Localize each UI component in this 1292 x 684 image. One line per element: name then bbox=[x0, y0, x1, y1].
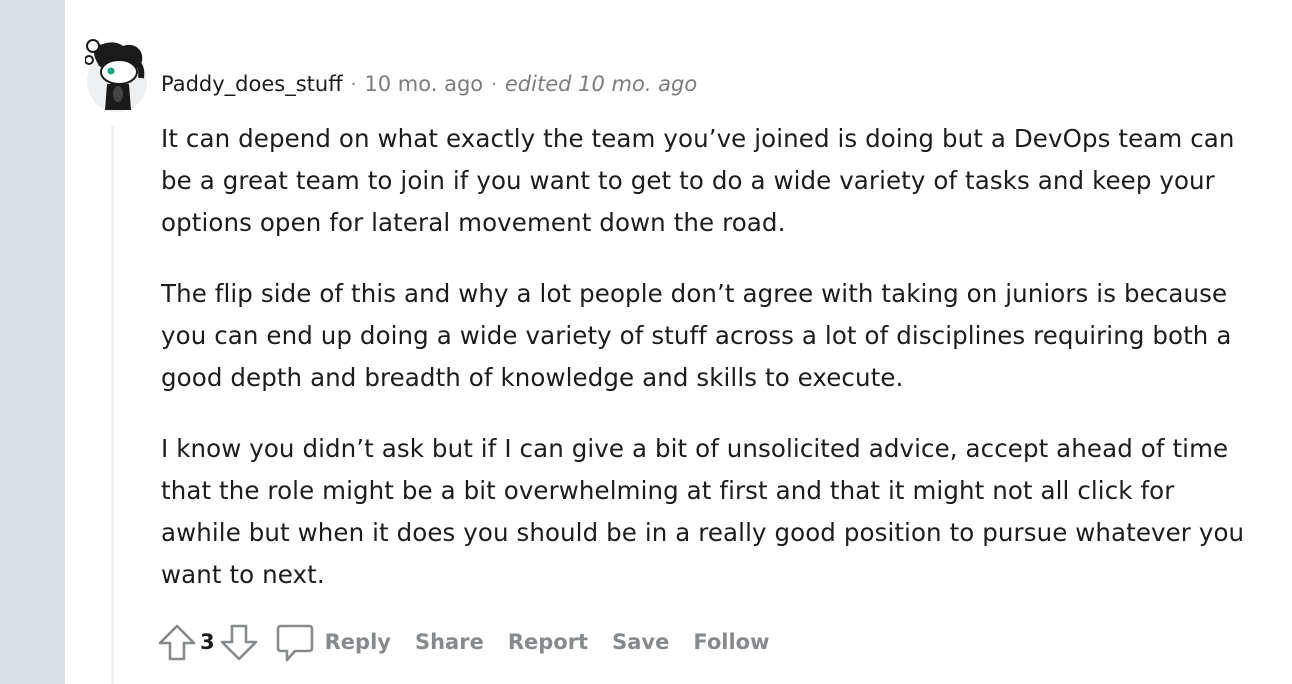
report-button[interactable]: Report bbox=[496, 630, 600, 654]
follow-button[interactable]: Follow bbox=[681, 630, 781, 654]
comment-action-bar: 3 Reply Share Report Save Follow bbox=[157, 620, 782, 664]
comment: Paddy_does_stuff · 10 mo. ago · edited 1… bbox=[65, 0, 1292, 684]
thread-line[interactable] bbox=[111, 126, 114, 684]
upvote-arrow-icon[interactable] bbox=[157, 620, 197, 664]
timestamp[interactable]: 10 mo. ago bbox=[364, 72, 483, 96]
share-button[interactable]: Share bbox=[403, 630, 496, 654]
separator-dot: · bbox=[350, 73, 357, 95]
reply-button[interactable]: Reply bbox=[321, 630, 403, 654]
edited-label: edited 10 mo. ago bbox=[504, 72, 698, 96]
downvote-arrow-icon[interactable] bbox=[219, 620, 259, 664]
comment-paragraph: I know you didn’t ask but if I can give … bbox=[161, 434, 1245, 589]
comment-paragraph: It can depend on what exactly the team y… bbox=[161, 124, 1235, 237]
username-link[interactable]: Paddy_does_stuff bbox=[161, 72, 343, 96]
left-rail bbox=[0, 0, 65, 684]
speech-bubble-icon[interactable] bbox=[275, 620, 315, 664]
snoo-avatar-icon[interactable] bbox=[84, 38, 149, 112]
comment-body: It can depend on what exactly the team y… bbox=[161, 118, 1261, 625]
comment-header: Paddy_does_stuff · 10 mo. ago · edited 1… bbox=[161, 68, 697, 100]
save-button[interactable]: Save bbox=[600, 630, 681, 654]
separator-dot: · bbox=[491, 73, 497, 95]
vote-score: 3 bbox=[200, 630, 215, 654]
comment-paragraph: The flip side of this and why a lot peop… bbox=[161, 279, 1232, 392]
